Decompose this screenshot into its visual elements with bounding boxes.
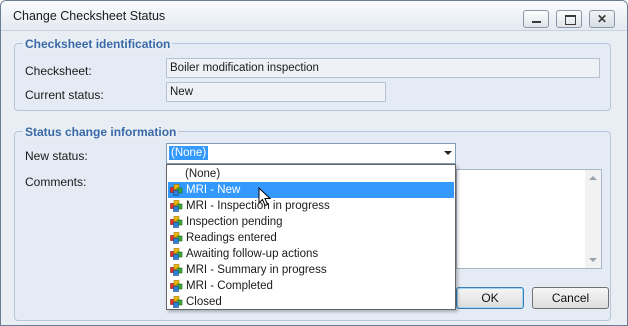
status-cubes-icon	[170, 216, 183, 228]
scroll-down-icon[interactable]	[589, 258, 597, 262]
dropdown-option-label: MRI - New	[186, 184, 241, 196]
checksheet-identification-group: Checksheet identification Checksheet: Bo…	[14, 37, 611, 111]
dropdown-option[interactable]: (None)	[168, 166, 454, 182]
checksheet-field: Boiler modification inspection	[166, 58, 600, 78]
checksheet-label: Checksheet:	[25, 64, 92, 78]
group-title-identification: Checksheet identification	[23, 37, 173, 51]
current-status-field: New	[166, 82, 386, 102]
status-cubes-icon	[170, 248, 183, 260]
dropdown-option[interactable]: MRI - Completed	[168, 278, 454, 294]
dialog-window: Change Checksheet Status ✕ Checksheet id…	[0, 0, 628, 326]
minimize-button[interactable]	[523, 10, 549, 28]
dropdown-option[interactable]: Readings entered	[168, 230, 454, 246]
status-cubes-icon	[170, 200, 183, 212]
new-status-value: (None)	[169, 146, 209, 160]
mouse-cursor-icon	[258, 187, 272, 207]
dropdown-option-label: Readings entered	[186, 232, 277, 244]
status-dropdown-list: (None) MRI - New MRI - Inspection in progr…	[166, 164, 456, 310]
comments-label: Comments:	[25, 175, 87, 189]
chevron-down-icon[interactable]	[444, 151, 452, 155]
dropdown-option[interactable]: Awaiting follow-up actions	[168, 246, 454, 262]
dropdown-option-label: (None)	[185, 168, 221, 180]
comments-textarea[interactable]	[456, 169, 602, 269]
cancel-button[interactable]: Cancel	[532, 287, 609, 309]
dropdown-option[interactable]: Inspection pending	[168, 214, 454, 230]
dropdown-option-label: Inspection pending	[186, 216, 283, 228]
new-status-select[interactable]: (None)	[166, 143, 456, 164]
dropdown-option[interactable]: Closed	[168, 294, 454, 310]
status-cubes-icon	[170, 264, 183, 276]
comments-scrollbar[interactable]	[585, 170, 601, 268]
dropdown-option[interactable]: MRI - Inspection in progress	[168, 198, 454, 214]
maximize-button[interactable]	[556, 10, 582, 28]
dropdown-option[interactable]: MRI - Summary in progress	[168, 262, 454, 278]
title-bar[interactable]: Change Checksheet Status ✕	[1, 1, 627, 31]
close-icon: ✕	[596, 12, 608, 26]
status-cubes-icon	[170, 296, 183, 308]
dropdown-option-label: Awaiting follow-up actions	[186, 248, 319, 260]
status-cubes-icon	[170, 232, 183, 244]
status-cubes-icon	[170, 184, 183, 196]
dropdown-option[interactable]: MRI - New	[168, 182, 454, 198]
group-title-status-change: Status change information	[23, 125, 179, 139]
dropdown-option-label: MRI - Completed	[186, 280, 273, 292]
dropdown-option-label: Closed	[186, 296, 222, 308]
status-cubes-icon	[170, 280, 183, 292]
ok-button[interactable]: OK	[456, 287, 524, 309]
current-status-label: Current status:	[25, 88, 104, 102]
window-title: Change Checksheet Status	[13, 9, 166, 23]
dropdown-option-label: MRI - Summary in progress	[186, 264, 327, 276]
new-status-label: New status:	[25, 149, 88, 163]
scroll-up-icon[interactable]	[589, 176, 597, 180]
close-button[interactable]: ✕	[589, 10, 615, 28]
